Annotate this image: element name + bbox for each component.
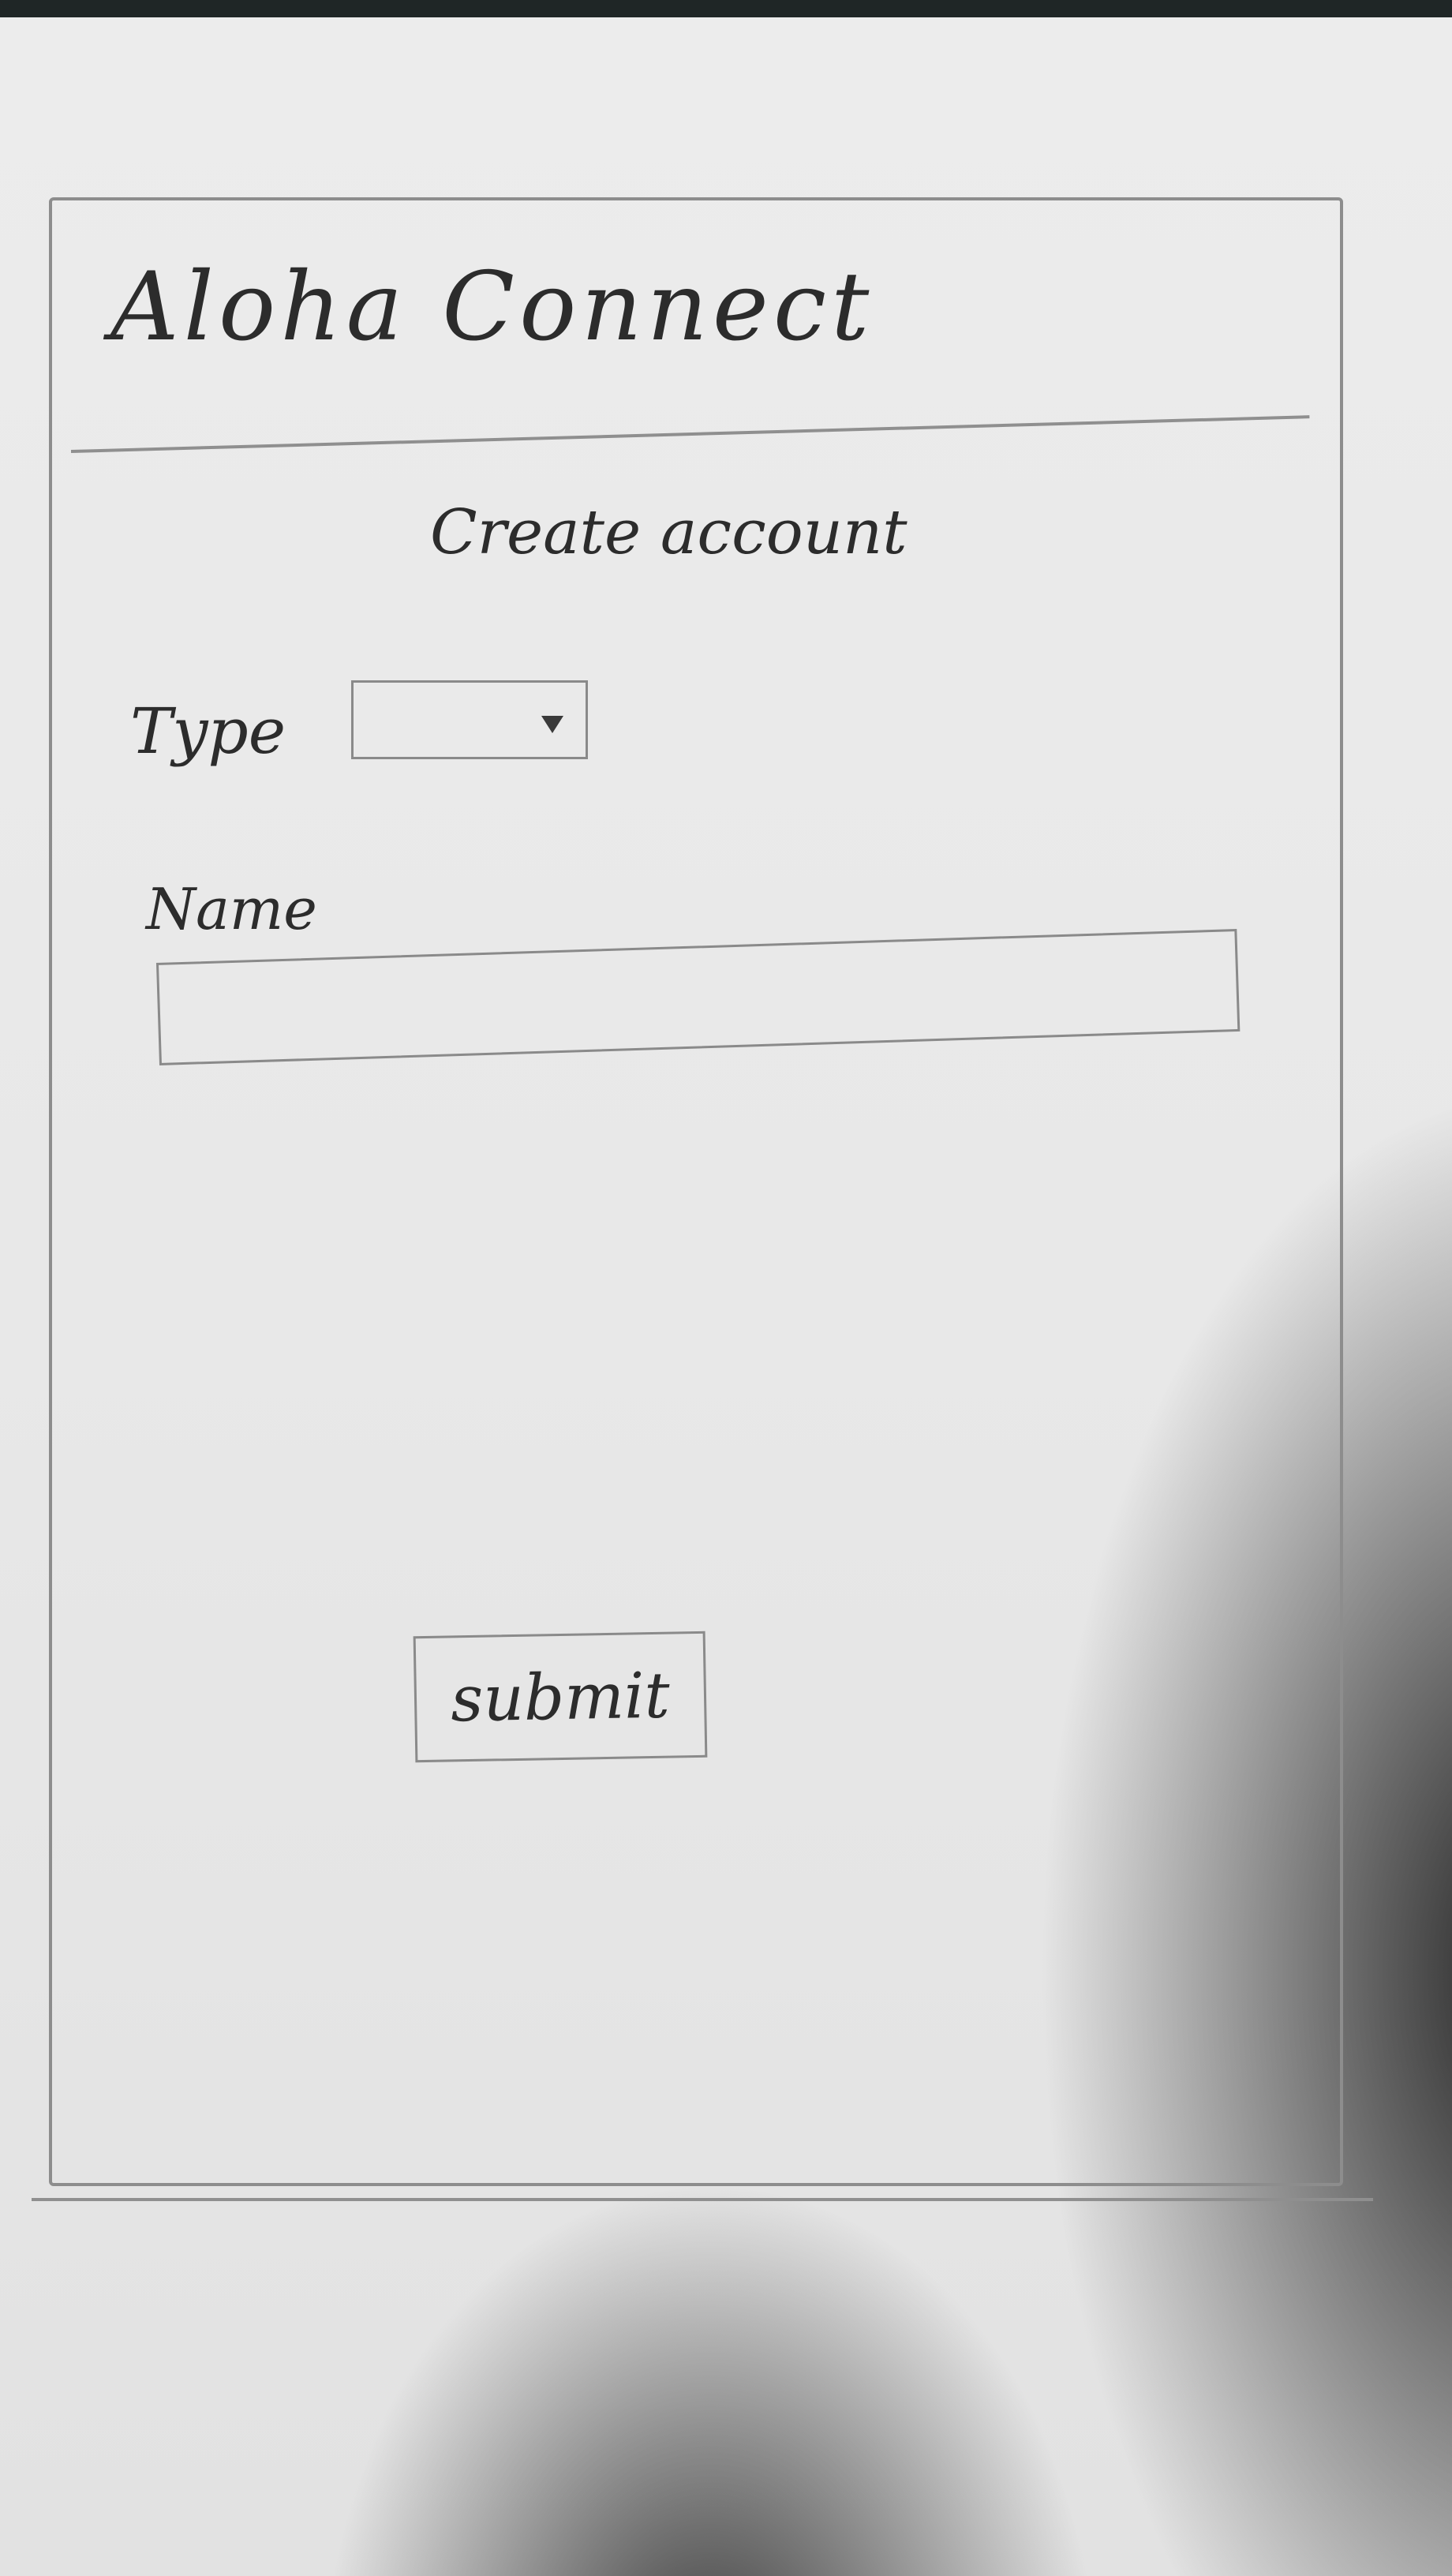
screen-frame: [49, 197, 1343, 2186]
type-select[interactable]: [351, 680, 588, 759]
app-title: Aloha Connect: [110, 253, 874, 362]
submit-button[interactable]: submit: [413, 1631, 708, 1763]
chevron-down-icon: [541, 716, 563, 733]
type-label: Type: [130, 695, 286, 768]
page-heading: Create account: [430, 497, 908, 568]
bottom-divider: [32, 2198, 1373, 2201]
name-label: Name: [146, 876, 317, 942]
photo-top-edge: [0, 0, 1452, 17]
